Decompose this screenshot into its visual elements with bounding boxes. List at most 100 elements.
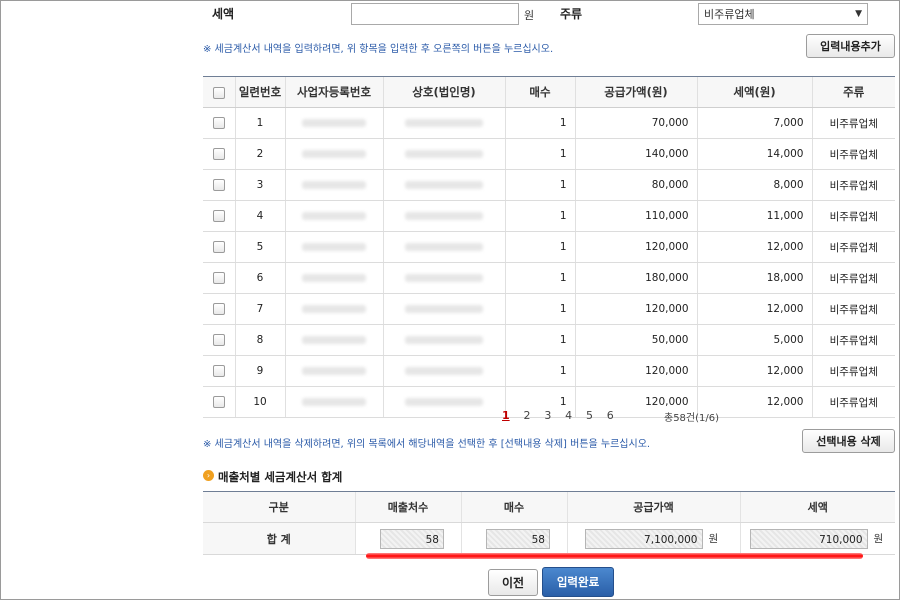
table-row: 8 1 50,000 5,000 비주류업체 <box>203 324 895 356</box>
cell-count: 1 <box>504 293 575 325</box>
table-row: 4 1 110,000 11,000 비주류업체 <box>203 200 895 232</box>
summary-header-sellers: 매출처수 <box>354 491 461 523</box>
header-company: 상호(법인명) <box>382 76 505 108</box>
tax-input[interactable] <box>351 3 519 25</box>
cell-biz-no-redacted <box>284 386 383 418</box>
pagination: 1 2 3 4 5 6 <box>497 408 619 422</box>
header-type: 주류 <box>811 76 895 108</box>
page-link[interactable]: 2 <box>523 409 530 422</box>
row-checkbox[interactable] <box>203 355 235 387</box>
cell-type: 비주류업체 <box>811 169 895 201</box>
cell-serial: 2 <box>234 138 285 170</box>
cell-count: 1 <box>504 231 575 263</box>
row-checkbox[interactable] <box>203 169 235 201</box>
cell-serial: 9 <box>234 355 285 387</box>
page-link[interactable]: 3 <box>544 409 551 422</box>
row-checkbox[interactable] <box>203 231 235 263</box>
cell-biz-no-redacted <box>284 138 383 170</box>
delete-notice: ※ 세금계산서 내역을 삭제하려면, 위의 목록에서 해당내역을 선택한 후 [… <box>203 439 651 450</box>
checkbox-icon <box>212 179 225 191</box>
cell-tax: 18,000 <box>696 262 812 294</box>
cell-biz-no-redacted <box>284 355 383 387</box>
cell-biz-no-redacted <box>284 169 383 201</box>
add-entry-button[interactable]: 입력내용추가 <box>806 34 895 58</box>
summary-count-field: 58 <box>486 528 550 549</box>
cell-company-redacted <box>382 262 505 294</box>
cell-company-redacted <box>382 169 505 201</box>
cell-biz-no-redacted <box>284 231 383 263</box>
row-checkbox[interactable] <box>203 138 235 170</box>
cell-tax: 8,000 <box>696 169 812 201</box>
checkbox-icon <box>212 303 225 315</box>
table-row: 5 1 120,000 12,000 비주류업체 <box>203 231 895 263</box>
header-biz-no: 사업자등록번호 <box>284 76 383 108</box>
cell-serial: 8 <box>234 324 285 356</box>
summary-title: 매출처별 세금계산서 합계 <box>218 470 343 484</box>
table-header-row: 일련번호 사업자등록번호 상호(법인명) 매수 공급가액(원) 세액(원) 주류 <box>203 76 895 108</box>
page-link[interactable]: 6 <box>607 409 614 422</box>
type-select-value: 비주류업체 <box>704 8 755 21</box>
select-all-checkbox[interactable] <box>203 76 235 108</box>
cell-company-redacted <box>382 324 505 356</box>
prev-button[interactable]: 이전 <box>488 569 538 596</box>
cell-type: 비주류업체 <box>811 231 895 263</box>
cell-count: 1 <box>504 200 575 232</box>
cell-serial: 7 <box>234 293 285 325</box>
cell-tax: 5,000 <box>696 324 812 356</box>
red-highlight-underline <box>366 553 863 559</box>
complete-button[interactable]: 입력완료 <box>542 567 614 597</box>
summary-table: 구분 매출처수 매수 공급가액 세액 합 계 58 58 7,100,000 원 … <box>203 491 895 555</box>
table-row: 9 1 120,000 12,000 비주류업체 <box>203 355 895 387</box>
cell-supply: 110,000 <box>574 200 697 232</box>
cell-type: 비주류업체 <box>811 138 895 170</box>
cell-serial: 6 <box>234 262 285 294</box>
cell-company-redacted <box>382 355 505 387</box>
summary-sellers-field: 58 <box>380 528 444 549</box>
checkbox-icon <box>212 117 225 129</box>
page-link[interactable]: 5 <box>586 409 593 422</box>
cell-supply: 120,000 <box>574 293 697 325</box>
page-link[interactable]: 4 <box>565 409 572 422</box>
cell-count: 1 <box>504 138 575 170</box>
row-checkbox[interactable] <box>203 200 235 232</box>
cell-supply: 80,000 <box>574 169 697 201</box>
checkbox-icon <box>212 241 225 253</box>
table-row: 3 1 80,000 8,000 비주류업체 <box>203 169 895 201</box>
cell-company-redacted <box>382 138 505 170</box>
cell-tax: 14,000 <box>696 138 812 170</box>
invoice-table: 일련번호 사업자등록번호 상호(법인명) 매수 공급가액(원) 세액(원) 주류… <box>203 76 895 418</box>
summary-header-supply: 공급가액 <box>566 491 740 523</box>
summary-tax-field: 710,000 <box>749 528 868 549</box>
summary-header-count: 매수 <box>460 491 567 523</box>
cell-company-redacted <box>382 293 505 325</box>
summary-header-row: 구분 매출처수 매수 공급가액 세액 <box>203 491 895 523</box>
cell-serial: 4 <box>234 200 285 232</box>
checkbox-icon <box>212 334 225 346</box>
row-checkbox[interactable] <box>203 293 235 325</box>
summary-header-category: 구분 <box>203 491 355 523</box>
table-row: 2 1 140,000 14,000 비주류업체 <box>203 138 895 170</box>
header-serial: 일련번호 <box>234 76 285 108</box>
row-checkbox[interactable] <box>203 324 235 356</box>
cell-biz-no-redacted <box>284 293 383 325</box>
page-link[interactable]: 1 <box>502 409 510 422</box>
row-checkbox[interactable] <box>203 262 235 294</box>
delete-selected-button[interactable]: 선택내용 삭제 <box>802 429 895 453</box>
checkbox-icon <box>212 365 225 377</box>
cell-serial: 5 <box>234 231 285 263</box>
cell-company-redacted <box>382 107 505 139</box>
row-checkbox[interactable] <box>203 386 235 418</box>
checkbox-icon <box>212 86 225 99</box>
cell-count: 1 <box>504 107 575 139</box>
cell-biz-no-redacted <box>284 200 383 232</box>
cell-type: 비주류업체 <box>811 293 895 325</box>
summary-header-tax: 세액 <box>739 491 895 523</box>
checkbox-icon <box>212 210 225 222</box>
row-checkbox[interactable] <box>203 107 235 139</box>
header-count: 매수 <box>504 76 575 108</box>
cell-count: 1 <box>504 355 575 387</box>
type-select[interactable]: 비주류업체 ▼ <box>698 3 868 25</box>
table-row: 7 1 120,000 12,000 비주류업체 <box>203 293 895 325</box>
total-count: 총58건(1/6) <box>664 413 720 424</box>
cell-supply: 140,000 <box>574 138 697 170</box>
